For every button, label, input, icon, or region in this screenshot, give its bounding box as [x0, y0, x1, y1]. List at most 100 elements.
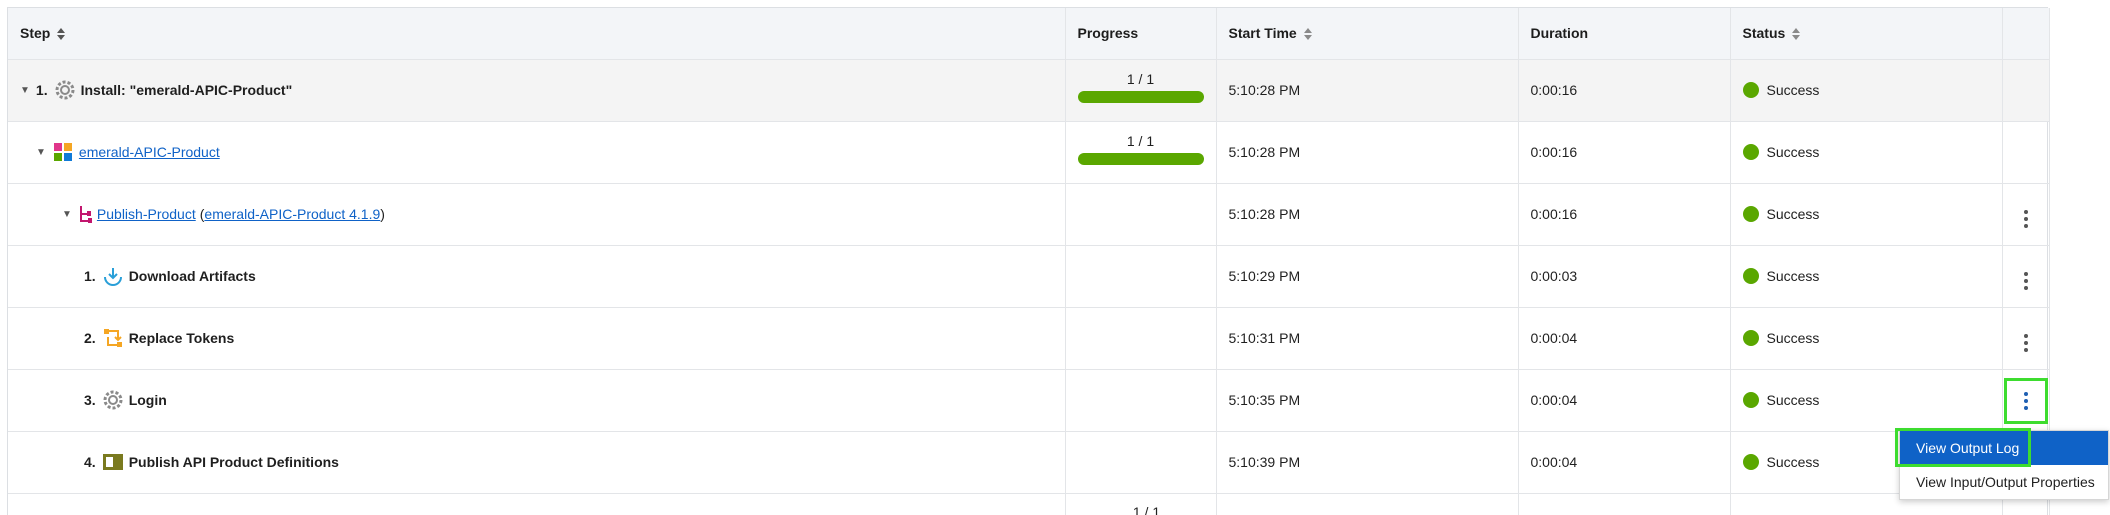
status-text: Success	[1766, 330, 1820, 346]
step-cell	[8, 493, 1066, 515]
duration: 0:00:16	[1518, 59, 1731, 122]
status-text: Success	[1766, 454, 1820, 470]
version-link[interactable]: emerald-APIC-Product 4.1.9	[204, 206, 380, 222]
table-row: 4. Publish API Product Definitions 5:10:…	[8, 431, 2050, 494]
progress-text: 1 / 1	[1132, 504, 1161, 515]
status-text: Success	[1766, 392, 1820, 408]
duration: 0:00:04	[1518, 369, 1731, 432]
step-cell: 2. Replace Tokens	[8, 307, 1066, 370]
table-row: 3. Login 5:10:35 PM 0:00:04 Success	[8, 369, 2050, 432]
status-cell: Success	[1730, 121, 2003, 184]
step-cell: 3. Login	[8, 369, 1066, 432]
action-cell	[2002, 369, 2050, 432]
expand-caret-icon[interactable]: ▼	[36, 147, 46, 158]
gear-icon	[54, 79, 76, 101]
step-number: 1.	[84, 268, 96, 284]
success-status-icon	[1742, 330, 1759, 346]
start-time: 5:10:28 PM	[1216, 59, 1519, 122]
progress-cell	[1065, 183, 1217, 246]
status-cell: Success	[1730, 369, 2003, 432]
start-time: 5:10:31 PM	[1216, 307, 1519, 370]
success-status-icon	[1742, 392, 1759, 408]
expand-caret-icon[interactable]: ▼	[62, 209, 72, 220]
duration: 0:00:04	[1518, 431, 1731, 494]
expand-caret-icon[interactable]: ▼	[20, 85, 30, 96]
progress-cell: 1 / 1	[1065, 493, 1217, 515]
sort-icon[interactable]	[1303, 27, 1313, 41]
progress-cell	[1065, 431, 1217, 494]
status-cell: Success	[1730, 183, 2003, 246]
step-name: Replace Tokens	[128, 330, 235, 346]
sort-icon[interactable]	[1791, 27, 1801, 41]
status-text: Success	[1766, 268, 1820, 284]
header-status[interactable]: Status	[1730, 8, 2003, 60]
step-name: Login	[128, 392, 167, 408]
success-status-icon	[1742, 144, 1759, 160]
duration: 0:00:16	[1518, 121, 1731, 184]
paren-close: )	[380, 206, 385, 222]
sort-icon[interactable]	[56, 27, 66, 41]
replace-tokens-icon	[102, 327, 124, 349]
progress-text: 1 / 1	[1126, 133, 1155, 149]
success-status-icon	[1742, 268, 1759, 284]
process-steps-table: Step Progress Start Time Duration Status…	[7, 7, 2050, 515]
duration: 0:00:03	[1518, 245, 1731, 308]
more-actions-active[interactable]	[2003, 377, 2048, 424]
table-row: ▼ Publish-Product (emerald-APIC-Product …	[8, 183, 2050, 246]
duration: 0:00:16	[1518, 183, 1731, 246]
action-cell	[2002, 59, 2050, 122]
action-cell	[2002, 307, 2050, 370]
step-number: 4.	[84, 454, 96, 470]
component-icon	[52, 141, 74, 163]
start-time: 5:10:39 PM	[1216, 431, 1519, 494]
more-actions-icon[interactable]	[2023, 271, 2029, 290]
step-cell: ▼ emerald-APIC-Product	[8, 121, 1066, 184]
more-actions-icon[interactable]	[2023, 391, 2029, 410]
status-cell: Success	[1730, 245, 2003, 308]
action-cell	[2002, 245, 2050, 308]
menu-item-view-output-log[interactable]: View Output Log	[1900, 431, 2108, 465]
progress-cell	[1065, 369, 1217, 432]
action-cell	[2002, 183, 2050, 246]
step-cell: ▼ Publish-Product (emerald-APIC-Product …	[8, 183, 1066, 246]
progress-cell: 1 / 1	[1065, 59, 1217, 122]
component-link[interactable]: emerald-APIC-Product	[79, 144, 220, 160]
table-row: ▼ 1. Install: "emerald-APIC-Product" 1 /…	[8, 59, 2050, 122]
action-cell	[2002, 121, 2050, 184]
more-actions-icon[interactable]	[2023, 209, 2029, 228]
success-status-icon	[1742, 454, 1759, 470]
status-text: Success	[1766, 82, 1820, 98]
duration: 0:00:04	[1518, 307, 1731, 370]
start-time: 5:10:29 PM	[1216, 245, 1519, 308]
download-icon	[102, 265, 124, 287]
status-text: Success	[1766, 206, 1820, 222]
success-status-icon	[1742, 82, 1759, 98]
progress-text: 1 / 1	[1126, 71, 1155, 87]
start-time: 5:10:35 PM	[1216, 369, 1519, 432]
step-cell: 1. Download Artifacts	[8, 245, 1066, 308]
table-row: ▼ emerald-APIC-Product 1 / 1 5:10:28 PM …	[8, 121, 2050, 184]
header-step[interactable]: Step	[8, 8, 1066, 60]
step-cell: ▼ 1. Install: "emerald-APIC-Product"	[8, 59, 1066, 122]
header-progress: Progress	[1065, 8, 1217, 60]
row-context-menu: View Output Log View Input/Output Proper…	[1895, 428, 2109, 500]
start-time: 5:10:28 PM	[1216, 121, 1519, 184]
step-name: Download Artifacts	[128, 268, 256, 284]
status-cell: Success	[1730, 59, 2003, 122]
step-cell: 4. Publish API Product Definitions	[8, 431, 1066, 494]
step-number: 2.	[84, 330, 96, 346]
progress-cell	[1065, 245, 1217, 308]
more-actions-icon[interactable]	[2023, 333, 2029, 352]
process-link[interactable]: Publish-Product	[97, 206, 196, 222]
progress-bar	[1077, 153, 1204, 165]
header-start-time[interactable]: Start Time	[1216, 8, 1519, 60]
status-cell: Success	[1730, 307, 2003, 370]
progress-cell	[1065, 307, 1217, 370]
start-time: 5:10:28 PM	[1216, 183, 1519, 246]
steps-grid: Step Progress Start Time Duration Status…	[8, 8, 2050, 515]
status-text: Success	[1766, 144, 1820, 160]
process-icon	[78, 203, 92, 225]
table-row: 1. Download Artifacts 5:10:29 PM 0:00:03…	[8, 245, 2050, 308]
menu-item-view-io-properties[interactable]: View Input/Output Properties	[1900, 465, 2108, 499]
progress-cell: 1 / 1	[1065, 121, 1217, 184]
